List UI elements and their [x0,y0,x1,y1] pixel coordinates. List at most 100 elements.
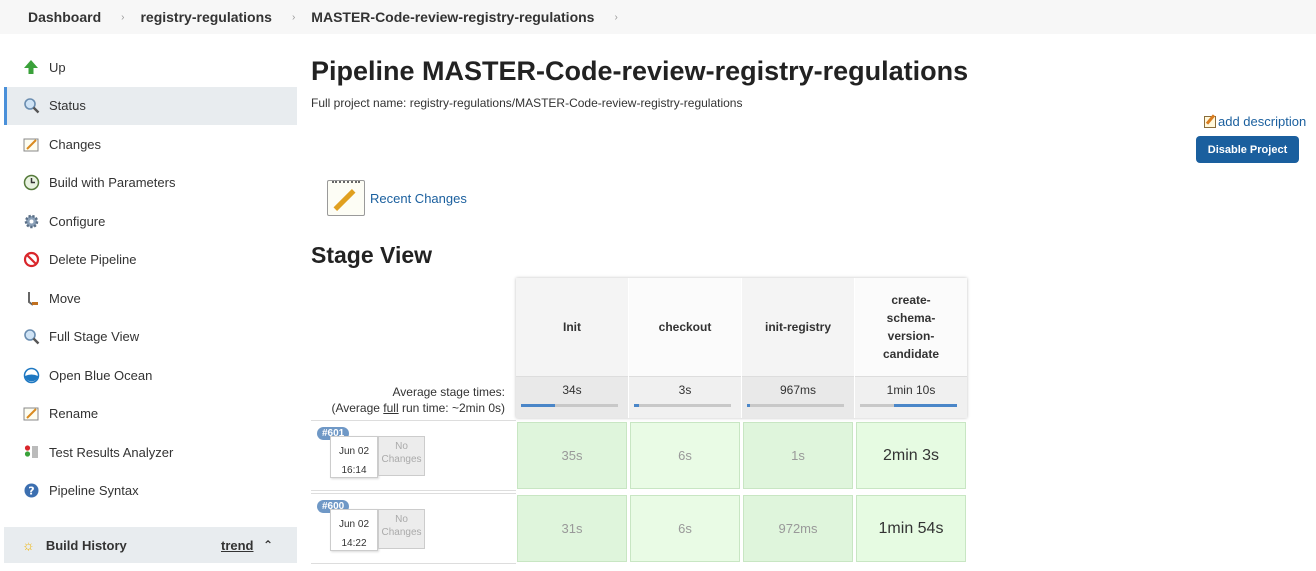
stage-header-init-registry: init-registry [742,278,854,376]
sidebar-item-delete-pipeline[interactable]: Delete Pipeline [4,241,297,280]
build-changes: No Changes [378,509,425,549]
full-run-link[interactable]: full [383,401,398,415]
sun-icon: ☼ [22,537,35,553]
sidebar-item-label: Rename [49,406,99,422]
avg-time-bar-fill [521,404,555,407]
avg-time-bar [747,404,844,407]
sidebar-item-full-stage-view[interactable]: Full Stage View [4,318,297,357]
sidebar-item-move[interactable]: Move [4,279,297,318]
stage-view-table: Init checkout init-registry create- sche… [311,278,967,571]
avg-time-bar [521,404,618,407]
avg-label-line1: Average stage times: [392,385,505,399]
edit-icon [1204,115,1216,128]
page-title: Pipeline MASTER-Code-review-registry-reg… [311,56,969,86]
stage-header-init: Init [516,278,628,376]
notepad-icon[interactable] [327,180,365,216]
build-date-day: Jun 02 [338,446,370,457]
no-entry-icon [22,251,40,269]
breadcrumb-registry-regulations[interactable]: registry-regulations [140,9,271,25]
sidebar-item-label: Changes [49,136,102,152]
gear-icon [22,212,40,230]
sidebar-item-label: Status [49,98,86,114]
stage-cell[interactable]: 6s [630,495,740,562]
sidebar-item-label: Open Blue Ocean [49,367,153,383]
avg-time-value: 967ms [779,383,817,397]
avg-time-bar-fill [747,404,750,407]
build-info: #601 Jun 02 16:14 No Changes [311,420,516,491]
avg-label-prefix: (Average [331,401,384,415]
avg-time-bar [634,404,731,407]
sidebar-item-label: Up [49,59,66,75]
trend-link[interactable]: trend [221,538,254,553]
sidebar-item-test-results-analyzer[interactable]: Test Results Analyzer [4,433,297,472]
sidebar-item-open-blue-ocean[interactable]: Open Blue Ocean [4,356,297,395]
avg-time-bar [860,404,957,407]
sidebar-item-status[interactable]: Status [4,86,297,125]
add-description-label: add description [1218,114,1307,129]
blue-ocean-icon [22,366,40,384]
svg-text:?: ? [28,485,34,498]
up-arrow-icon [22,58,40,76]
sidebar-item-label: Pipeline Syntax [49,483,139,499]
sidebar-item-label: Full Stage View [49,329,140,345]
stage-cell[interactable]: 1s [743,422,853,489]
avg-time-bar-fill [634,404,639,407]
stage-header-label: init-registry [764,320,831,334]
build-date-time: 14:22 [341,538,367,549]
stage-cell[interactable]: 31s [517,495,627,562]
build-history-header: ☼ Build History trend ⌃ [4,527,297,563]
avg-label-suffix: run time: ~2min 0s) [398,401,505,415]
avg-time-bar-fill [893,404,957,407]
notepad-icon [22,135,40,153]
sidebar-item-build-with-parameters[interactable]: Build with Parameters [4,164,297,203]
stage-header-label: Init [563,320,581,334]
sidebar-item-up[interactable]: Up [4,48,297,87]
clock-build-icon [22,174,40,192]
add-description-link[interactable]: add description [1204,114,1306,129]
stage-header-create-schema: create- schema- version- candidate [855,278,967,376]
avg-label-line2: (Average full run time: ~2min 0s) [311,400,505,416]
chevron-up-icon[interactable]: ⌃ [263,538,273,552]
build-date-day: Jun 02 [338,519,370,530]
breadcrumb-pipeline[interactable]: MASTER-Code-review-registry-regulations [311,9,594,25]
avg-time-init-registry: 967ms [742,376,854,418]
traffic-light-icon [22,443,40,461]
disable-project-button[interactable]: Disable Project [1196,136,1299,163]
chevron-right-icon[interactable]: › [614,12,617,23]
stage-cell[interactable]: 35s [517,422,627,489]
stage-cell[interactable]: 1min 54s [856,495,966,562]
breadcrumb-dashboard[interactable]: Dashboard [28,9,101,25]
avg-time-create-schema: 1min 10s [855,376,967,418]
stage-header-label: checkout [658,320,712,334]
stage-cell[interactable]: 6s [630,422,740,489]
avg-time-value: 1min 10s [886,383,936,397]
average-stage-times-label: Average stage times: (Average full run t… [311,384,505,416]
stage-header-label: create- schema- version- candidate [882,293,939,361]
sidebar-item-pipeline-syntax[interactable]: ? Pipeline Syntax [4,472,297,511]
build-date-time: 16:14 [341,465,367,476]
sidebar-item-label: Test Results Analyzer [49,444,174,460]
recent-changes-link[interactable]: Recent Changes [370,191,467,206]
sidebar-item-label: Configure [49,213,106,229]
magnifier-icon [22,328,40,346]
sidebar-item-label: Move [49,290,81,306]
stage-cell[interactable]: 972ms [743,495,853,562]
avg-time-value: 34s [562,383,582,397]
sidebar-item-label: Delete Pipeline [49,252,137,268]
build-row: #601 Jun 02 16:14 No Changes 35s 6s 1s 2m… [311,420,967,491]
stage-cell[interactable]: 2min 3s [856,422,966,489]
avg-time-init: 34s [516,376,628,418]
sidebar-item-rename[interactable]: Rename [4,395,297,434]
sidebar-item-configure[interactable]: Configure [4,202,297,241]
build-info: #600 Jun 02 14:22 No Changes [311,493,516,564]
avg-time-checkout: 3s [629,376,741,418]
move-icon [22,289,40,307]
help-icon: ? [22,482,40,500]
chevron-right-icon[interactable]: › [292,12,295,23]
build-changes: No Changes [378,436,425,476]
chevron-right-icon[interactable]: › [121,12,124,23]
build-row: #600 Jun 02 14:22 No Changes 31s 6s 972ms… [311,493,967,564]
full-project-name: Full project name: registry-regulations/… [311,96,743,110]
sidebar-item-changes[interactable]: Changes [4,125,297,164]
avg-time-value: 3s [678,383,692,397]
